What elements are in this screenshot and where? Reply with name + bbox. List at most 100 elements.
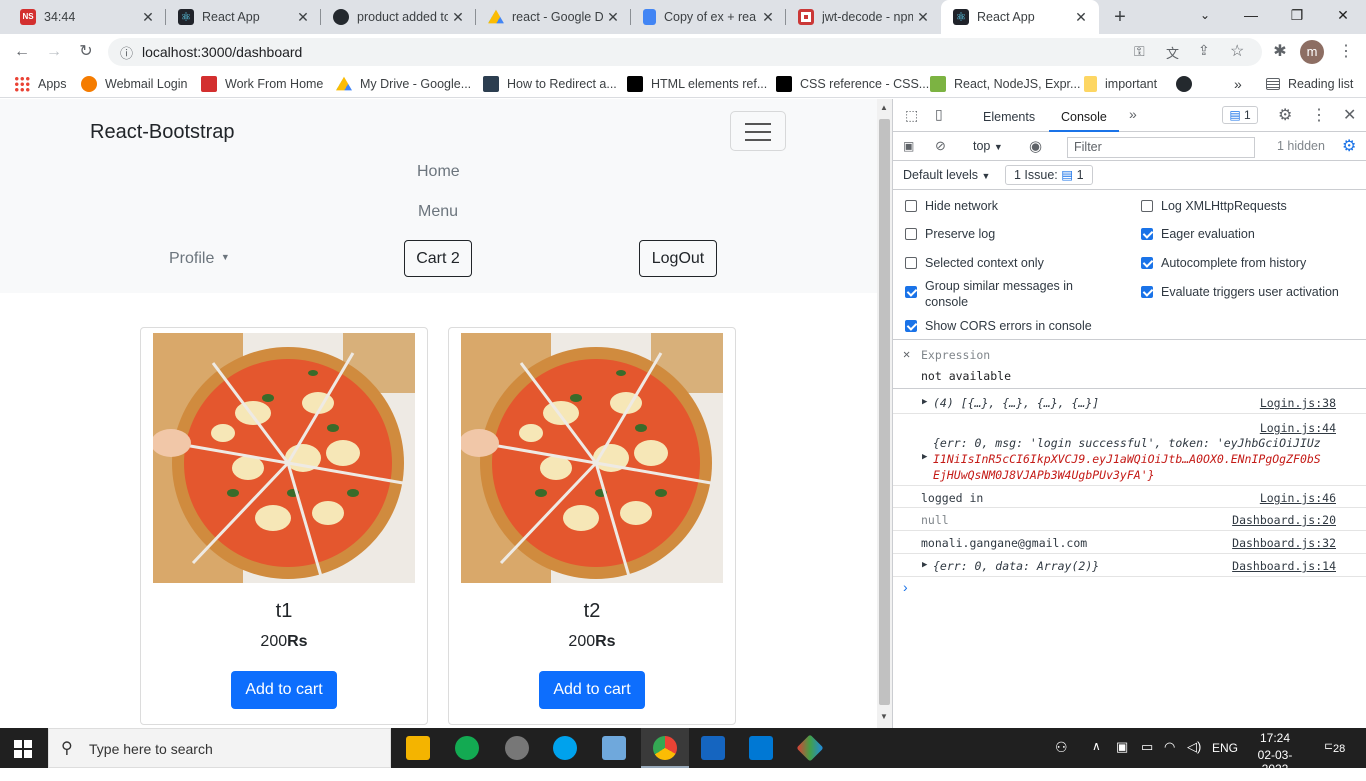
browser-tab[interactable]: Copy of ex + rea ✕ (631, 0, 786, 34)
more-bookmarks-icon[interactable]: » (1234, 74, 1242, 94)
volume-icon[interactable]: ◁) (1187, 739, 1201, 779)
back-icon[interactable]: ← (10, 40, 34, 64)
close-window-button[interactable]: ✕ (1320, 0, 1366, 30)
photos-icon[interactable] (701, 736, 725, 760)
log-source-link[interactable]: Dashboard.js:14 (1232, 559, 1336, 573)
expand-triangle-icon[interactable]: ▶ (922, 560, 927, 570)
expand-triangle-icon[interactable]: ▶ (922, 397, 927, 407)
bookmark-item[interactable]: HTML elements ref... (627, 74, 767, 94)
chevron-up-icon[interactable]: ∧ (1092, 739, 1101, 779)
checkbox[interactable] (1141, 200, 1153, 212)
bookmark-item[interactable] (1176, 74, 1200, 94)
page-scrollbar[interactable]: ▲ ▼ (877, 99, 892, 728)
checkbox-checked[interactable] (1141, 286, 1153, 298)
console-log-entry[interactable]: Login.js:44 ▶ {err: 0, msg: 'login succe… (893, 414, 1366, 486)
mongodb-compass-icon[interactable] (455, 736, 479, 760)
eye-icon[interactable]: ◉ (1029, 137, 1042, 155)
translate-icon[interactable]: 文 (1166, 43, 1179, 62)
console-prompt[interactable]: › (903, 579, 908, 595)
key-icon[interactable]: ⚿ (1134, 43, 1145, 60)
close-icon[interactable]: ✕ (913, 9, 933, 26)
minimize-button[interactable]: — (1228, 0, 1274, 30)
browser-tab[interactable]: ⚛ React App ✕ (166, 0, 321, 34)
settings-gear-icon[interactable]: ⚙ (1278, 105, 1292, 125)
close-icon[interactable]: ✕ (758, 9, 778, 26)
sticky-notes-icon[interactable] (602, 736, 626, 760)
clock[interactable]: 17:24 02-03-2022 (1245, 731, 1305, 776)
nav-dropdown-profile[interactable]: Profile ▼ (169, 250, 230, 268)
tab-elements[interactable]: Elements (983, 110, 1035, 124)
nav-link-menu[interactable]: Menu (418, 203, 458, 221)
setting-hide-network[interactable]: Hide network (905, 198, 998, 214)
setting-group-similar[interactable]: Group similar messages in console (905, 278, 1105, 310)
log-source-link[interactable]: Login.js:46 (1260, 491, 1336, 505)
setting-evaluate-triggers[interactable]: Evaluate triggers user activation (1141, 284, 1339, 300)
issues-badge[interactable]: ▤ 1 (1222, 106, 1258, 124)
checkbox[interactable] (905, 200, 917, 212)
log-source-link[interactable]: Login.js:44 (1260, 421, 1336, 435)
battery-icon[interactable]: ▭ (1141, 739, 1153, 779)
bookmark-item[interactable]: My Drive - Google... (336, 74, 471, 94)
reload-icon[interactable]: ↻ (74, 40, 98, 64)
windows-start-icon[interactable] (14, 740, 32, 758)
navbar-brand[interactable]: React-Bootstrap (90, 121, 235, 144)
skype-icon[interactable] (553, 736, 577, 760)
close-devtools-icon[interactable]: ✕ (1343, 105, 1356, 125)
checkbox-checked[interactable] (905, 320, 917, 332)
taskbar-search[interactable]: ⚲ Type here to search (48, 728, 391, 768)
bookmark-item[interactable]: Apps (14, 74, 67, 94)
context-select[interactable]: top ▼ (973, 139, 1003, 153)
vscode-icon[interactable] (749, 736, 773, 760)
console-settings-icon[interactable]: ⚙ (1342, 136, 1356, 156)
people-icon[interactable]: ⚇ (1055, 739, 1068, 779)
inspect-element-icon[interactable]: ⬚ (905, 107, 918, 124)
console-log-entry[interactable]: ▶ {err: 0, data: Array(2)} Dashboard.js:… (893, 554, 1366, 577)
logout-button[interactable]: LogOut (639, 240, 717, 277)
nav-link-home[interactable]: Home (417, 163, 460, 181)
git-kraken-icon[interactable] (796, 734, 824, 762)
expand-triangle-icon[interactable]: ▶ (922, 452, 927, 462)
browser-tab-active[interactable]: ⚛ React App ✕ (941, 0, 1099, 34)
cart-button[interactable]: Cart 2 (404, 240, 472, 277)
setting-log-xhr[interactable]: Log XMLHttpRequests (1141, 198, 1287, 214)
checkbox[interactable] (905, 228, 917, 240)
maximize-button[interactable]: ❐ (1274, 0, 1320, 30)
reading-list-button[interactable]: Reading list (1266, 74, 1353, 94)
bookmark-item[interactable]: CSS reference - CSS... (776, 74, 929, 94)
console-log-entry[interactable]: ▶ (4) [{…}, {…}, {…}, {…}] Login.js:38 (893, 391, 1366, 414)
wifi-icon[interactable]: ◠ (1164, 739, 1175, 779)
language-indicator[interactable]: ENG (1212, 741, 1238, 781)
add-to-cart-button[interactable]: Add to cart (539, 671, 645, 709)
checkbox[interactable] (905, 257, 917, 269)
clear-console-icon[interactable]: ⊘ (935, 138, 946, 154)
add-to-cart-button[interactable]: Add to cart (231, 671, 337, 709)
bookmark-item[interactable]: Webmail Login (81, 74, 187, 94)
device-toolbar-icon[interactable]: ▯ (935, 106, 943, 123)
checkbox-checked[interactable] (1141, 257, 1153, 269)
share-icon[interactable]: ⇪ (1198, 42, 1210, 59)
address-bar[interactable]: ⓘ localhost:3000/dashboard ⚿ 文 ⇪ ☆ (108, 38, 1262, 66)
yandex-browser-icon[interactable] (505, 736, 529, 760)
setting-preserve-log[interactable]: Preserve log (905, 226, 995, 242)
info-icon[interactable]: ⓘ (120, 43, 133, 62)
close-icon[interactable]: ✕ (1071, 9, 1091, 26)
browser-tab[interactable]: product added to ✕ (321, 0, 476, 34)
browser-tab[interactable]: jwt-decode - npm ✕ (786, 0, 941, 34)
log-source-link[interactable]: Dashboard.js:32 (1232, 536, 1336, 550)
tab-console[interactable]: Console (1049, 110, 1119, 132)
navbar-toggler-button[interactable] (730, 111, 786, 151)
close-icon[interactable]: ✕ (448, 9, 468, 26)
log-levels-select[interactable]: Default levels ▼ (903, 168, 990, 182)
console-log-entry[interactable]: null Dashboard.js:20 (893, 508, 1366, 531)
chrome-taskbar-button[interactable] (641, 728, 689, 768)
checkbox-checked[interactable] (905, 286, 917, 298)
bookmark-item[interactable]: How to Redirect a... (483, 74, 617, 94)
browser-tab[interactable]: NS 34:44 ✕ (8, 0, 166, 34)
issues-button[interactable]: 1 Issue: ▤ 1 (1005, 165, 1093, 185)
log-source-link[interactable]: Login.js:38 (1260, 396, 1336, 410)
bookmark-item[interactable]: React, NodeJS, Expr... (930, 74, 1080, 94)
checkbox-checked[interactable] (1141, 228, 1153, 240)
console-filter-input[interactable]: Filter (1067, 137, 1255, 158)
file-explorer-icon[interactable] (406, 736, 430, 760)
scroll-up-icon[interactable]: ▲ (880, 103, 888, 112)
